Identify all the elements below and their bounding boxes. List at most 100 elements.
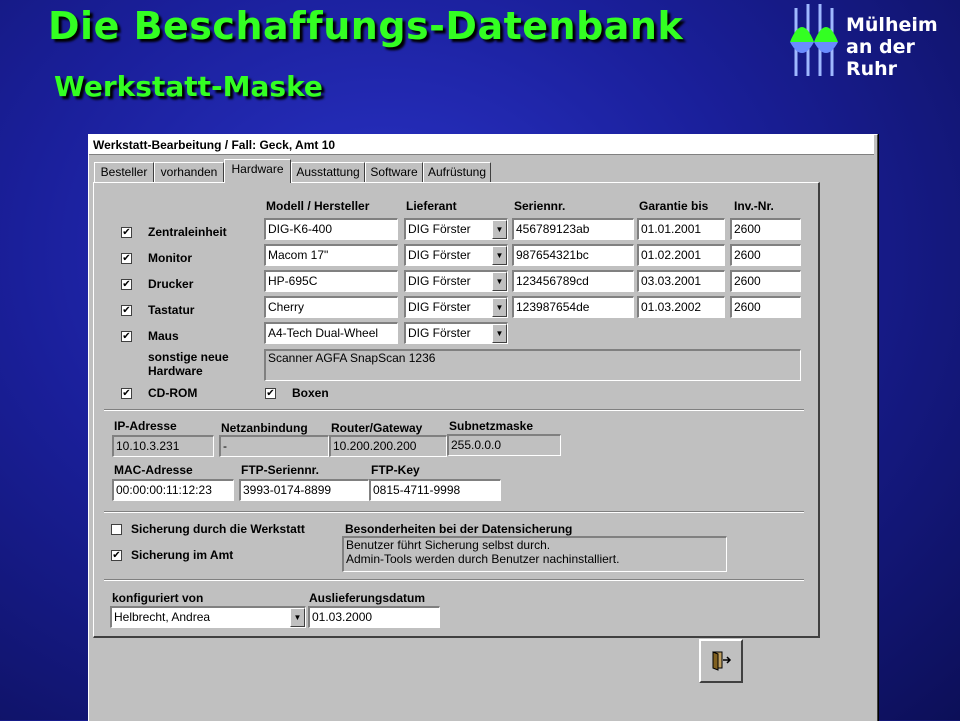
chevron-down-icon[interactable]: ▼ (492, 272, 507, 291)
inventory-field-zentraleinheit[interactable]: 2600 (730, 218, 801, 240)
model-field-zentraleinheit[interactable]: DIG-K6-400 (264, 218, 398, 240)
serial-field-monitor[interactable]: 987654321bc (512, 244, 634, 266)
divider (104, 579, 804, 581)
divider (104, 409, 804, 411)
label-subnet: Subnetzmaske (449, 419, 534, 433)
tab-software[interactable]: Software (365, 162, 423, 182)
label-backup-office: Sicherung im Amt (131, 548, 234, 562)
divider (104, 511, 804, 513)
label-tastatur: Tastatur (148, 303, 195, 317)
backup-notes-line-1: Benutzer führt Sicherung selbst durch. (346, 538, 551, 552)
supplier-select-monitor[interactable]: DIG Förster ▼ (404, 244, 508, 266)
tab-aufruestung[interactable]: Aufrüstung (423, 162, 491, 182)
supplier-value: DIG Förster (408, 274, 471, 288)
ftp-serial-field[interactable]: 3993-0174-8899 (239, 479, 369, 501)
label-monitor: Monitor (148, 251, 192, 265)
subnet-field[interactable]: 255.0.0.0 (447, 434, 561, 456)
tab-vorhanden[interactable]: vorhanden (154, 162, 224, 182)
warranty-field-monitor[interactable]: 01.02.2001 (637, 244, 725, 266)
city-logo-icon (790, 4, 838, 76)
inventory-field-drucker[interactable]: 2600 (730, 270, 801, 292)
checkmark-icon: ✔ (122, 253, 131, 264)
tab-hardware[interactable]: Hardware (224, 159, 291, 183)
inventory-field-monitor[interactable]: 2600 (730, 244, 801, 266)
header-model: Modell / Hersteller (266, 199, 370, 213)
inventory-field-tastatur[interactable]: 2600 (730, 296, 801, 318)
serial-field-drucker[interactable]: 123456789cd (512, 270, 634, 292)
label-ftp-serial: FTP-Seriennr. (241, 463, 320, 477)
label-other-hardware-1: sonstige neue (148, 350, 229, 364)
supplier-select-tastatur[interactable]: DIG Förster ▼ (404, 296, 508, 318)
supplier-select-zentraleinheit[interactable]: DIG Förster ▼ (404, 218, 508, 240)
header-inventory: Inv.-Nr. (734, 199, 774, 213)
warranty-field-tastatur[interactable]: 01.03.2002 (637, 296, 725, 318)
supplier-value: DIG Förster (408, 248, 471, 262)
chevron-down-icon[interactable]: ▼ (492, 220, 507, 239)
label-boxen: Boxen (292, 386, 329, 400)
tab-ausstattung[interactable]: Ausstattung (291, 162, 365, 182)
exit-button[interactable] (699, 639, 743, 683)
checkmark-icon: ✔ (122, 305, 131, 316)
backup-notes-field[interactable]: Benutzer führt Sicherung selbst durch. A… (342, 536, 727, 572)
warranty-field-zentraleinheit[interactable]: 01.01.2001 (637, 218, 725, 240)
logo-line-1: Mülheim (846, 14, 938, 36)
label-router: Router/Gateway (331, 421, 423, 435)
slide-subtitle: Werkstatt-Maske (54, 70, 323, 103)
label-ip: IP-Adresse (114, 419, 177, 433)
chevron-down-icon[interactable]: ▼ (290, 608, 305, 627)
checkbox-drucker[interactable]: ✔ (121, 279, 132, 290)
checkmark-icon: ✔ (122, 388, 131, 399)
checkbox-monitor[interactable]: ✔ (121, 253, 132, 264)
model-field-monitor[interactable]: Macom 17" (264, 244, 398, 266)
label-maus: Maus (148, 329, 179, 343)
label-mac: MAC-Adresse (114, 463, 193, 477)
serial-field-tastatur[interactable]: 123987654de (512, 296, 634, 318)
supplier-select-drucker[interactable]: DIG Förster ▼ (404, 270, 508, 292)
model-field-maus[interactable]: A4-Tech Dual-Wheel (264, 322, 398, 344)
hardware-panel: Modell / Hersteller Lieferant Seriennr. … (93, 182, 820, 638)
warranty-field-drucker[interactable]: 03.03.2001 (637, 270, 725, 292)
checkbox-boxen[interactable]: ✔ (265, 388, 276, 399)
label-zentraleinheit: Zentraleinheit (148, 225, 227, 239)
label-other-hardware-2: Hardware (148, 364, 203, 378)
other-hardware-field[interactable]: Scanner AGFA SnapScan 1236 (264, 349, 801, 381)
router-field[interactable]: 10.200.200.200 (329, 435, 447, 457)
net-field[interactable]: - (219, 435, 329, 457)
label-delivery: Auslieferungsdatum (309, 591, 426, 605)
slide-title: Die Beschaffungs-Datenbank (48, 4, 684, 48)
checkbox-zentraleinheit[interactable]: ✔ (121, 227, 132, 238)
label-ftp-key: FTP-Key (371, 463, 420, 477)
label-cdrom: CD-ROM (148, 386, 198, 400)
checkbox-tastatur[interactable]: ✔ (121, 305, 132, 316)
city-logo: Mülheim an der Ruhr (786, 2, 956, 80)
ftp-key-field[interactable]: 0815-4711-9998 (369, 479, 501, 501)
logo-line-2: an der Ruhr (846, 36, 915, 80)
tab-besteller[interactable]: Besteller (94, 162, 154, 182)
checkbox-maus[interactable]: ✔ (121, 331, 132, 342)
chevron-down-icon[interactable]: ▼ (492, 246, 507, 265)
model-field-drucker[interactable]: HP-695C (264, 270, 398, 292)
header-warranty: Garantie bis (639, 199, 709, 213)
window-title: Werkstatt-Bearbeitung / Fall: Geck, Amt … (89, 135, 874, 155)
configured-by-select[interactable]: Helbrecht, Andrea ▼ (110, 606, 306, 628)
label-backup-workshop: Sicherung durch die Werkstatt (131, 522, 305, 536)
label-netzanbindung: Netzanbindung (221, 421, 308, 435)
exit-door-icon (712, 651, 732, 671)
ip-field[interactable]: 10.10.3.231 (112, 435, 214, 457)
chevron-down-icon[interactable]: ▼ (492, 298, 507, 317)
checkbox-backup-workshop[interactable] (111, 524, 122, 535)
supplier-select-maus[interactable]: DIG Förster ▼ (404, 322, 508, 344)
header-serial: Seriennr. (514, 199, 566, 213)
checkmark-icon: ✔ (122, 227, 131, 238)
delivery-field[interactable]: 01.03.2000 (308, 606, 440, 628)
supplier-value: DIG Förster (408, 222, 471, 236)
mac-field[interactable]: 00:00:00:11:12:23 (112, 479, 234, 501)
label-configured-by: konfiguriert von (112, 591, 204, 605)
serial-field-zentraleinheit[interactable]: 456789123ab (512, 218, 634, 240)
header-supplier: Lieferant (406, 199, 457, 213)
chevron-down-icon[interactable]: ▼ (492, 324, 507, 343)
model-field-tastatur[interactable]: Cherry (264, 296, 398, 318)
checkbox-cdrom[interactable]: ✔ (121, 388, 132, 399)
checkbox-backup-office[interactable]: ✔ (111, 550, 122, 561)
label-backup-notes: Besonderheiten bei der Datensicherung (345, 522, 573, 536)
